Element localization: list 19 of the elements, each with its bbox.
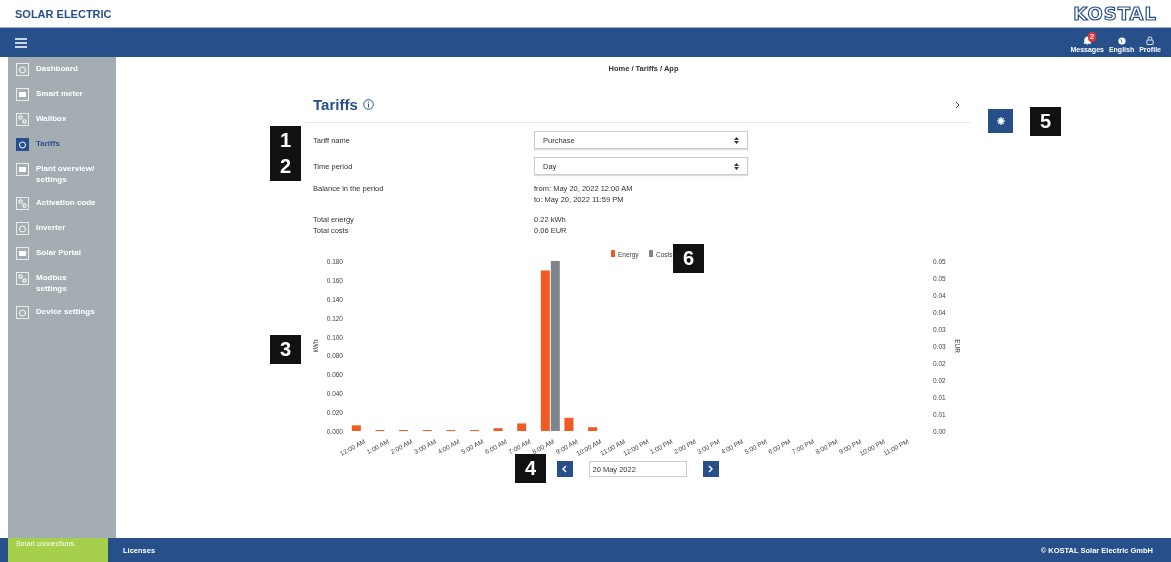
sidebar-item[interactable]: Smart meter [8,86,116,111]
logo: KOSTAL [1073,3,1157,24]
sidebar-item[interactable]: Wallbox [8,111,116,136]
callout-number: 4 [515,454,546,483]
product-name: SOLAR ELECTRIC [15,7,112,20]
callout-number: 2 [270,152,301,181]
callout-number: 5 [1030,107,1061,136]
sidebar-item[interactable]: Device settings [8,304,116,329]
sidebar-item[interactable]: Activation code [8,195,116,220]
sidebar-item[interactable]: Solar Portal [8,245,116,270]
sidebar-item[interactable]: Plant overview/ settings [8,161,116,195]
notification-badge: 2 [1087,31,1097,42]
sidebar-item[interactable]: Inverter [8,220,116,245]
callout-number: 6 [673,244,704,273]
callout-number: 3 [270,335,301,364]
sidebar-item[interactable]: Tariffs [8,136,116,161]
page-title: Tariffs [313,96,358,113]
sidebar-item[interactable]: Dashboard [8,61,116,86]
sidebar-item[interactable]: Modbus settings [8,270,116,304]
